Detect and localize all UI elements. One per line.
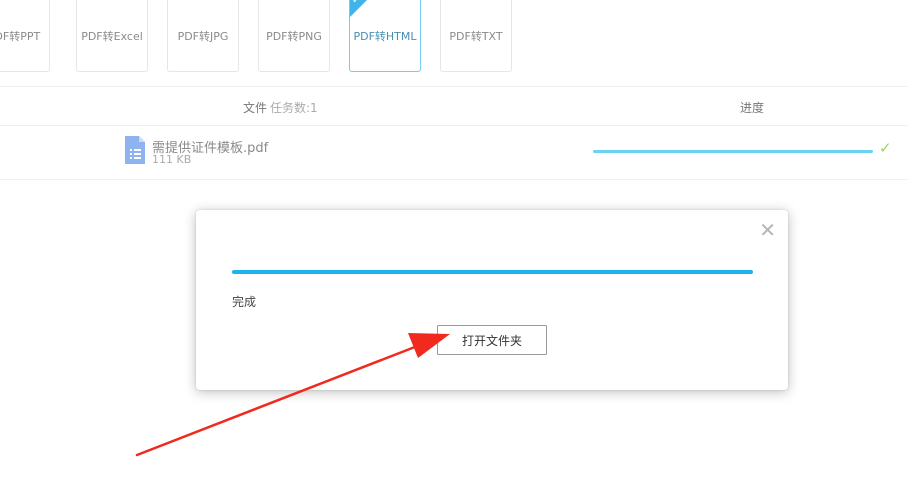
tab-label: PDF转JPG <box>177 29 229 43</box>
table-row: 需提供证件模板.pdf 111 KB ✓ <box>0 125 908 180</box>
file-progress-bar <box>593 150 873 153</box>
file-progress-fill <box>593 150 873 153</box>
file-table-header: 文件 任务数:1 进度 <box>0 86 908 126</box>
document-icon <box>125 136 145 164</box>
progress-column-header: 进度 <box>740 101 765 115</box>
tab-pdf-to-png[interactable]: PDF转PNG <box>258 0 330 72</box>
tab-label: PDF转TXT <box>449 29 503 43</box>
dialog-progress-fill <box>232 270 753 274</box>
tab-pdf-to-html[interactable]: ✓ PDF转HTML <box>349 0 421 72</box>
close-icon[interactable]: ✕ <box>759 218 776 242</box>
tab-pdf-to-ppt[interactable]: PDF转PPT <box>0 0 50 72</box>
dialog-progress-bar <box>232 270 753 274</box>
tab-label: PDF转Excel <box>81 29 143 43</box>
tab-pdf-to-txt[interactable]: PDF转TXT <box>440 0 512 72</box>
open-folder-button[interactable]: 打开文件夹 <box>437 325 547 355</box>
tab-pdf-to-excel[interactable]: PDF转Excel <box>76 0 148 72</box>
tab-label: PDF转PNG <box>266 29 322 43</box>
conversion-tabs: PDF转PPT PDF转Excel PDF转JPG PDF转PNG ✓ PDF转… <box>0 0 908 80</box>
task-count: 任务数:1 <box>270 101 318 115</box>
check-icon: ✓ <box>352 0 361 6</box>
tab-label: PDF转PPT <box>0 29 41 43</box>
file-column-header: 文件 任务数:1 <box>243 99 318 116</box>
status-text: 完成 <box>232 295 257 309</box>
tab-pdf-to-jpg[interactable]: PDF转JPG <box>167 0 239 72</box>
tab-label: PDF转HTML <box>353 29 417 43</box>
file-size: 111 KB <box>152 153 192 166</box>
completion-dialog: ✕ 完成 打开文件夹 <box>196 210 788 390</box>
file-header-label: 文件 <box>243 101 268 115</box>
check-icon: ✓ <box>879 139 892 157</box>
